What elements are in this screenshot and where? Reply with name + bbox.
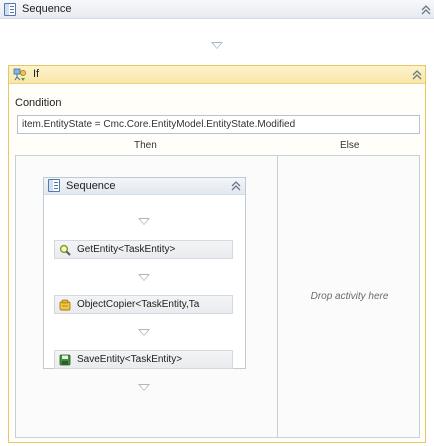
then-branch[interactable]: Sequence GetEntity<TaskEntity> ObjectCop… [15,155,278,438]
then-label: Then [134,140,157,151]
inner-sequence-header[interactable]: Sequence [44,178,245,195]
sequence-icon [48,179,60,192]
activity-save-entity[interactable]: SaveEntity<TaskEntity> [54,350,233,369]
if-activity-icon [13,68,26,81]
sequence-icon [4,3,16,16]
activity-label: GetEntity<TaskEntity> [77,244,176,255]
if-title: If [33,68,40,80]
else-label: Else [340,140,360,151]
outer-sequence-header[interactable]: Sequence [0,0,434,19]
double-chevron-up-icon[interactable] [420,4,432,16]
activity-label: SaveEntity<TaskEntity> [77,354,183,365]
else-branch[interactable]: Drop activity here [277,155,420,438]
save-icon [59,354,71,366]
drop-target-arrow[interactable] [138,218,150,225]
activity-get-entity[interactable]: GetEntity<TaskEntity> [54,240,233,259]
if-header[interactable]: If [9,66,425,84]
inner-sequence[interactable]: Sequence GetEntity<TaskEntity> ObjectCop… [43,177,246,391]
activity-label: ObjectCopier<TaskEntity,Ta [77,299,200,310]
else-drop-hint: Drop activity here [310,291,389,302]
drop-target-arrow[interactable] [138,329,150,336]
double-chevron-up-icon[interactable] [411,69,423,81]
condition-label: Condition [15,97,62,109]
outer-sequence-title: Sequence [22,3,72,15]
condition-field[interactable]: item.EntityState = Cmc.Core.EntityModel.… [17,115,420,134]
magnifier-icon [59,244,71,256]
inner-sequence-title: Sequence [66,180,116,192]
object-copier-icon [59,299,71,311]
drop-target-arrow[interactable] [211,42,223,49]
activity-object-copier[interactable]: ObjectCopier<TaskEntity,Ta [54,295,233,314]
drop-target-arrow[interactable] [138,274,150,281]
double-chevron-up-icon[interactable] [230,180,242,192]
if-activity[interactable]: If Condition item.EntityState = Cmc.Core… [8,65,426,443]
drop-target-arrow[interactable] [138,384,150,391]
